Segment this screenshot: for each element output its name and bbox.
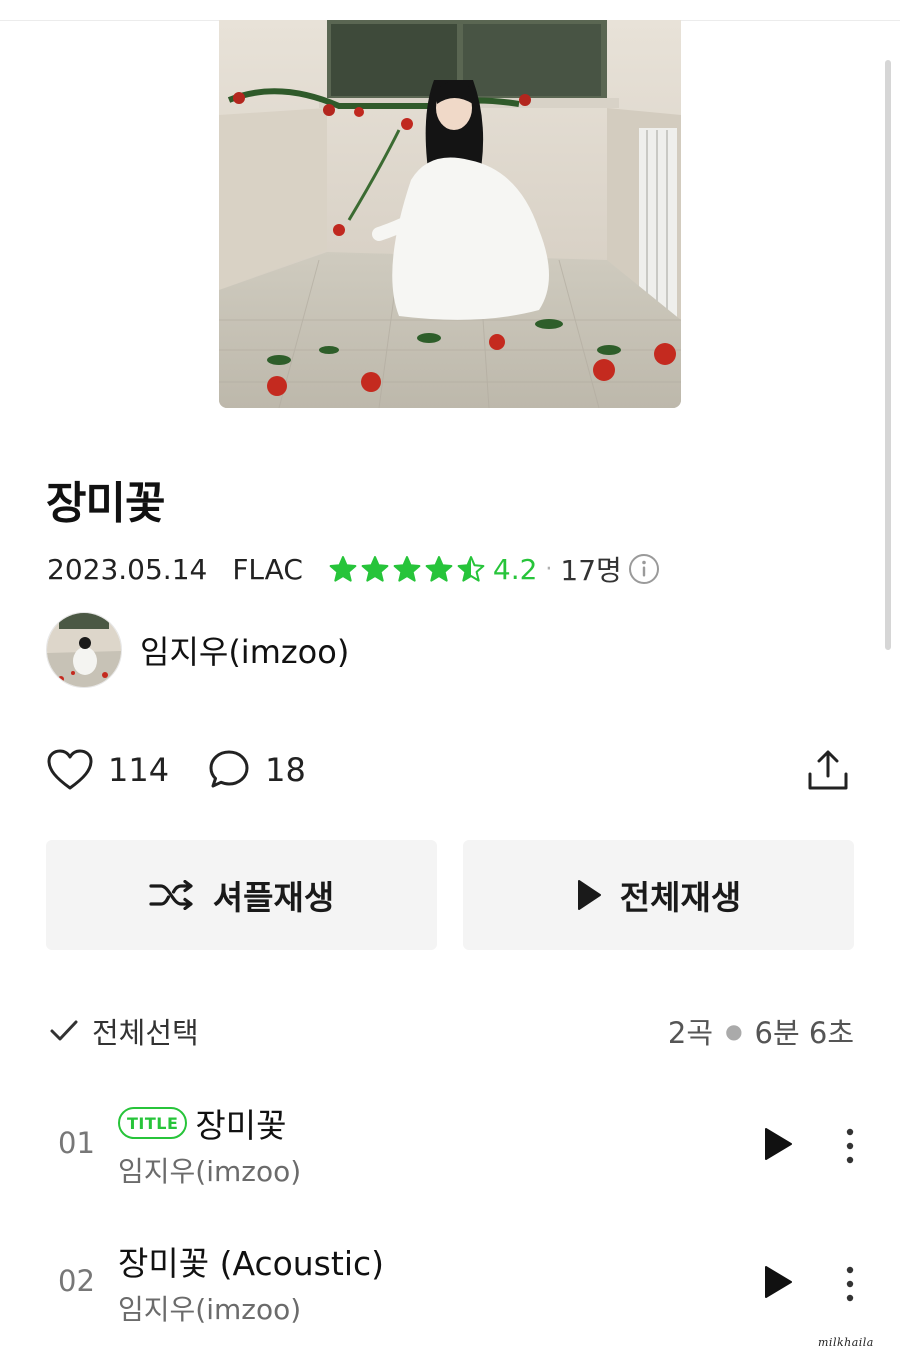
play-icon[interactable] [762,1126,794,1162]
rating-value: 4.2 [492,552,538,586]
track-artist[interactable]: 임지우(imzoo) [118,1150,301,1190]
comment-count: 18 [265,751,306,789]
artist-row[interactable]: 임지우(imzoo) [46,612,349,688]
play-icon[interactable] [762,1264,794,1300]
track-list-header: 전체선택 2곡 ● 6분 6초 [48,1008,854,1054]
track-number: 02 [58,1264,95,1298]
album-title: 장미꽃 [46,478,165,529]
track-count: 2곡 [667,1016,714,1050]
release-date: 2023.05.14 [47,552,208,586]
action-bar: 114 18 [46,740,854,800]
album-cover[interactable] [219,20,681,408]
play-all-button[interactable]: 전체재생 [463,840,854,950]
more-icon[interactable] [840,1126,860,1166]
separator-dot: ● [725,1019,743,1043]
star-icon [425,556,453,582]
like-button[interactable]: 114 [46,748,169,792]
star-icon [329,556,357,582]
top-bar [0,0,900,21]
track-info[interactable]: TITLE 장미꽃 임지우(imzoo) [118,1100,301,1190]
select-all-toggle[interactable]: 전체선택 [48,1010,199,1052]
comment-button[interactable]: 18 [207,748,306,792]
check-icon [50,1020,78,1041]
scrollbar[interactable] [885,60,891,650]
share-button[interactable] [806,748,850,792]
star-icon [457,556,485,582]
artist-avatar-image [47,613,121,687]
star-icon [393,556,421,582]
share-icon [808,750,848,790]
audio-format: FLAC [232,552,303,586]
title-badge: TITLE [118,1107,188,1139]
select-all-label: 전체선택 [92,1016,199,1050]
separator-dot: · [545,556,553,582]
comment-icon [209,750,249,788]
avatar[interactable] [46,612,122,688]
like-count: 114 [108,751,170,789]
rating-stars[interactable] [329,555,485,583]
track-title[interactable]: 장미꽃 [195,1099,286,1147]
track-artist[interactable]: 임지우(imzoo) [118,1288,384,1328]
more-icon[interactable] [840,1264,860,1304]
track-summary: 2곡 ● 6분 6초 [668,1010,854,1052]
track-row[interactable]: 01 TITLE 장미꽃 임지우(imzoo) [0,1090,900,1200]
album-meta: 2023.05.14 FLAC 4.2 · 17명 [47,547,660,591]
album-cover-art [219,20,681,408]
star-icon [361,556,389,582]
artist-name[interactable]: 임지우(imzoo) [140,627,349,673]
track-title[interactable]: 장미꽃 (Acoustic) [118,1237,384,1285]
shuffle-label: 셔플재생 [212,878,335,917]
shuffle-play-button[interactable]: 셔플재생 [46,840,437,950]
total-duration: 6분 6초 [754,1016,854,1050]
track-number: 01 [58,1126,95,1160]
shuffle-icon [149,880,193,910]
track-info[interactable]: 장미꽃 (Acoustic) 임지우(imzoo) [118,1238,384,1328]
rating-count: 17명 [560,554,622,587]
watermark: milkhaila [818,1336,874,1349]
info-icon[interactable] [628,553,660,585]
play-all-label: 전체재생 [619,878,742,917]
track-row[interactable]: 02 장미꽃 (Acoustic) 임지우(imzoo) [0,1228,900,1338]
play-icon [577,880,601,910]
heart-icon [47,749,93,790]
